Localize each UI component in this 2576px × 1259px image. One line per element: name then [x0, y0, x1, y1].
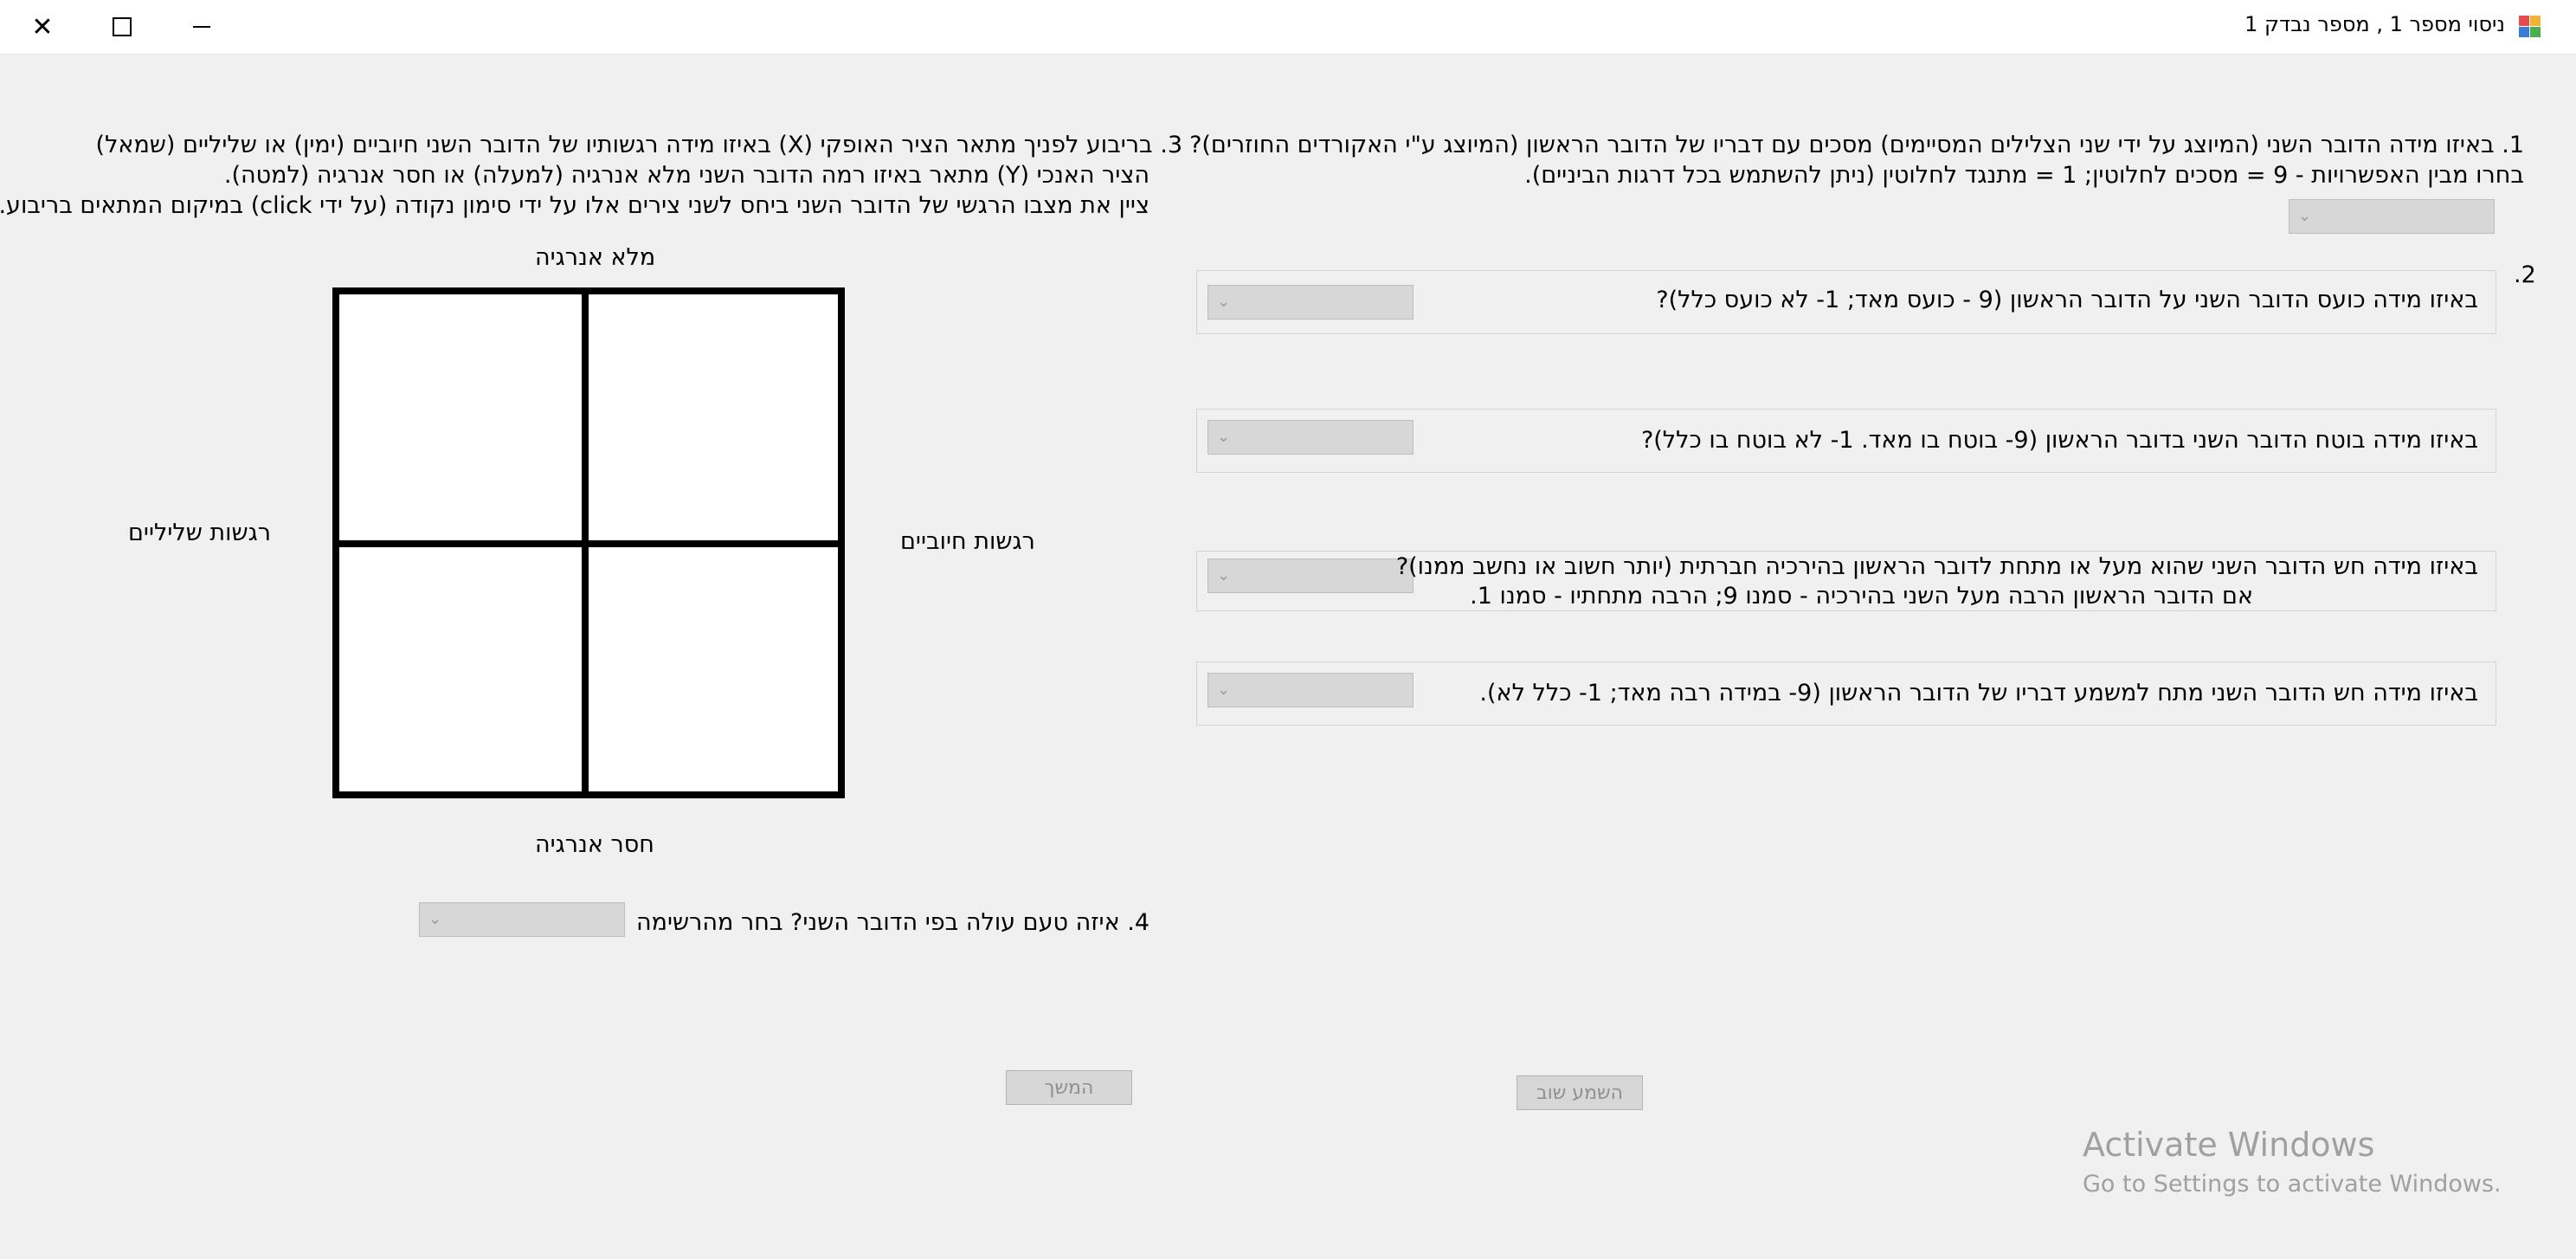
maximize-button[interactable] — [83, 0, 161, 54]
q2-number: .2 — [2514, 261, 2536, 288]
minimize-button[interactable] — [163, 0, 241, 54]
q2-tension-text: באיזו מידה חש הדובר השני מתח למשמע דבריו… — [1479, 680, 2478, 707]
chevron-down-icon: ⌄ — [1217, 293, 1231, 311]
close-button[interactable]: ✕ — [3, 0, 81, 54]
maximize-icon — [113, 17, 132, 36]
q4-text: 4. איזה טעם עולה בפי הדובר השני? בחר מהר… — [636, 909, 1150, 936]
q2-trust-combobox[interactable]: ⌄ — [1208, 420, 1414, 455]
chevron-down-icon: ⌄ — [428, 910, 442, 928]
grid-left-label: רגשות שליליים — [128, 520, 272, 546]
grid-horizontal-divider — [339, 540, 838, 547]
q2-tension-group: ⌄ באיזו מידה חש הדובר השני מתח למשמע דבר… — [1196, 662, 2496, 726]
grid-top-label: מלא אנרגיה — [535, 244, 656, 271]
chevron-down-icon: ⌄ — [1217, 566, 1231, 584]
activate-windows-subtitle: Go to Settings to activate Windows. — [2083, 1171, 2502, 1198]
q3-line2: הציר האנכי (Y) מתאר באיזו רמה הדובר השני… — [223, 162, 1150, 189]
q2-hierarchy-group: ⌄ באיזו מידה חש הדובר השני שהוא מעל או מ… — [1196, 551, 2496, 611]
replay-button[interactable]: השמע שוב — [1517, 1075, 1643, 1110]
q1-line1: 1. באיזו מידה הדובר השני (המיוצג על ידי … — [1189, 132, 2524, 158]
q2-trust-group: ⌄ באיזו מידה בוטח הדובר השני בדובר הראשו… — [1196, 409, 2496, 473]
q2-hierarchy-line2: אם הדובר הראשון הרבה מעל השני בהירכיה - … — [1470, 583, 2253, 610]
close-icon: ✕ — [31, 11, 54, 42]
chevron-down-icon: ⌄ — [1217, 428, 1231, 446]
grid-bottom-label: חסר אנרגיה — [535, 831, 654, 858]
replay-button-label: השמע שוב — [1536, 1081, 1623, 1104]
window-title: ניסוי מספר 1 , מספר נבדק 1 — [2244, 12, 2505, 36]
app-icon — [2519, 16, 2541, 38]
chevron-down-icon: ⌄ — [2298, 207, 2312, 225]
q1-line2: בחרו מבין האפשרויות - 9 = מסכים לחלוטין;… — [1524, 162, 2524, 189]
q3-line3: ציין את מצבו הרגשי של הדובר השני ביחס לש… — [0, 192, 1150, 219]
q2-hierarchy-combobox[interactable]: ⌄ — [1208, 558, 1414, 593]
activate-windows-title: Activate Windows — [2083, 1126, 2375, 1164]
minimize-icon — [193, 26, 210, 28]
continue-button[interactable]: המשך — [1006, 1070, 1132, 1105]
q2-hierarchy-line1: באיזו מידה חש הדובר השני שהוא מעל או מתח… — [1395, 553, 2478, 580]
emotion-grid[interactable] — [332, 287, 845, 798]
q2-anger-group: ⌄ באיזו מידה כועס הדובר השני על הדובר הר… — [1196, 270, 2496, 334]
q2-anger-combobox[interactable]: ⌄ — [1208, 285, 1414, 320]
q2-trust-text: באיזו מידה בוטח הדובר השני בדובר הראשון … — [1640, 427, 2478, 454]
grid-right-label: רגשות חיוביים — [900, 528, 1035, 555]
continue-button-label: המשך — [1044, 1076, 1094, 1099]
q4-taste-combobox[interactable]: ⌄ — [419, 902, 625, 937]
q2-tension-combobox[interactable]: ⌄ — [1208, 673, 1414, 707]
q2-anger-text: באיזו מידה כועס הדובר השני על הדובר הראש… — [1656, 287, 2478, 313]
q3-line1: 3. בריבוע לפניך מתאר הציר האופקי (X) באי… — [95, 132, 1182, 158]
q1-rating-combobox[interactable]: ⌄ — [2289, 199, 2495, 234]
title-bar: ✕ ניסוי מספר 1 , מספר נבדק 1 — [0, 0, 2576, 55]
chevron-down-icon: ⌄ — [1217, 681, 1231, 699]
